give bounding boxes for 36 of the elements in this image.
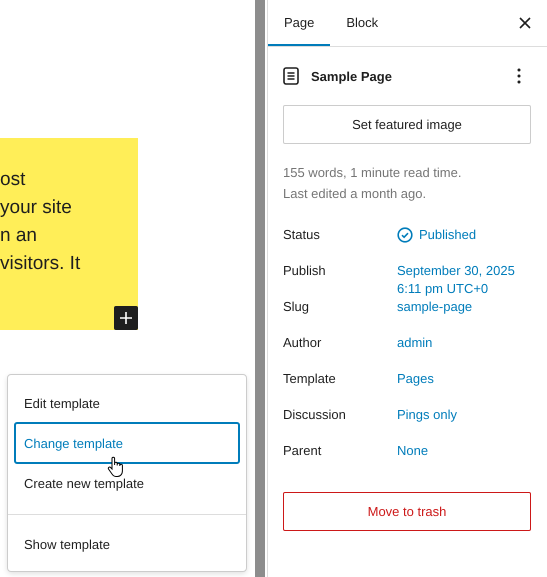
- add-block-button[interactable]: [114, 306, 138, 330]
- menu-item[interactable]: Change template: [14, 422, 240, 464]
- field-label: Publish: [283, 262, 327, 280]
- field-label: Author: [283, 334, 322, 352]
- field-value-link[interactable]: Pings only: [397, 406, 457, 424]
- menu-item[interactable]: Edit template: [14, 382, 240, 424]
- field-value-link[interactable]: sample-page: [397, 298, 472, 316]
- field-label: Parent: [283, 442, 322, 460]
- field-value-link[interactable]: Pages: [397, 370, 434, 388]
- cover-text-line: ost: [0, 168, 26, 192]
- cover-text-line: your site: [0, 196, 73, 220]
- field-label: Discussion: [283, 406, 347, 424]
- trash-button[interactable]: Move to trash: [283, 492, 531, 531]
- field-label: Slug: [283, 298, 310, 316]
- close-icon: [519, 17, 531, 29]
- field-value-link[interactable]: None: [397, 442, 428, 460]
- field-label: Template: [283, 370, 337, 388]
- check-circle-icon: [397, 227, 413, 243]
- document-title: Sample Page: [311, 68, 393, 84]
- menu-item[interactable]: Create new template: [14, 462, 240, 504]
- cover-text-line: n an: [0, 224, 38, 248]
- cover-text-line: visitors. It: [0, 252, 82, 276]
- plus-icon: [119, 311, 133, 325]
- featured-image-button[interactable]: Set featured image: [283, 105, 531, 144]
- document-icon: [283, 67, 299, 85]
- scrollbar[interactable]: [255, 0, 265, 577]
- field-value-link[interactable]: admin: [397, 334, 432, 352]
- tab[interactable]: Block: [330, 0, 394, 46]
- field-value-link[interactable]: Published: [419, 226, 476, 244]
- stats-text: Last edited a month ago.: [283, 185, 428, 203]
- hand-cursor-icon: [107, 456, 125, 478]
- tab[interactable]: Page: [268, 0, 330, 46]
- field-label: Status: [283, 226, 321, 244]
- stats-text: 155 words, 1 minute read time.: [283, 164, 462, 182]
- menu-item[interactable]: Show template: [14, 523, 240, 565]
- vertical-dots-icon: [517, 68, 521, 84]
